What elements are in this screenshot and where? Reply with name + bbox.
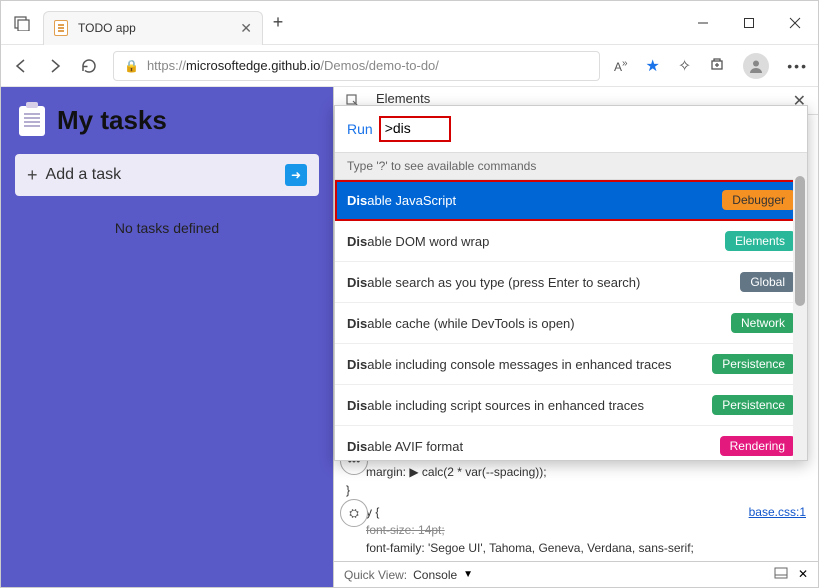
clipboard-icon <box>19 106 45 136</box>
empty-state: No tasks defined <box>15 220 319 236</box>
refresh-button[interactable] <box>79 56 99 76</box>
quick-view-tab[interactable]: Console <box>413 568 457 582</box>
command-list: Disable JavaScript Debugger Disable DOM wo… <box>335 180 807 460</box>
tab-strip-icon[interactable] <box>1 15 43 31</box>
command-item-label: Disable AVIF format <box>347 439 463 454</box>
close-tab-icon[interactable]: ✕ <box>240 20 252 37</box>
command-item[interactable]: Disable AVIF format Rendering <box>335 426 807 460</box>
close-window-button[interactable] <box>772 7 818 39</box>
browser-toolbar: 🔒 https://microsoftedge.github.io/Demos/… <box>1 45 818 87</box>
forward-button[interactable] <box>45 56 65 76</box>
command-item-badge: Persistence <box>712 395 795 415</box>
read-aloud-icon[interactable]: A» <box>614 58 628 74</box>
command-item-label: Disable cache (while DevTools is open) <box>347 316 575 331</box>
command-item-label: Disable search as you type (press Enter … <box>347 275 640 290</box>
command-item[interactable]: Disable JavaScript Debugger <box>335 180 807 221</box>
source-link[interactable]: base.css:1 <box>749 503 806 521</box>
collections-icon[interactable] <box>709 55 725 76</box>
tab-title: TODO app <box>78 21 230 35</box>
command-item[interactable]: Disable DOM word wrap Elements <box>335 221 807 262</box>
window-controls <box>680 7 818 39</box>
command-item-badge: Elements <box>725 231 795 251</box>
quick-view-label: Quick View: <box>344 568 407 582</box>
code-font-size: font-size: 14pt; <box>346 521 806 539</box>
chevron-down-icon[interactable]: ▼ <box>463 569 473 580</box>
scrollbar[interactable] <box>793 176 807 460</box>
new-tab-button[interactable]: + <box>263 12 293 33</box>
app-header: My tasks <box>15 101 319 140</box>
styles-pane[interactable]: margin: ▶ calc(2 * var(--spacing)); } bo… <box>334 455 818 561</box>
minimize-button[interactable] <box>680 7 726 39</box>
close-drawer-icon[interactable]: ✕ <box>798 567 808 582</box>
favorite-icon[interactable]: ★ <box>646 56 660 76</box>
add-task-input[interactable]: + Add a task ➜ <box>15 154 319 196</box>
drawer-dock-icon[interactable] <box>774 567 788 582</box>
address-bar[interactable]: 🔒 https://microsoftedge.github.io/Demos/… <box>113 51 600 81</box>
settings-round-button[interactable]: ⛭ <box>340 499 368 527</box>
profile-avatar[interactable] <box>743 53 769 79</box>
command-run-label: Run <box>347 121 373 137</box>
tab-actions-icon <box>14 15 30 31</box>
scrollbar-thumb[interactable] <box>795 176 805 306</box>
command-item-badge: Debugger <box>722 190 795 210</box>
browser-tab[interactable]: TODO app ✕ <box>43 11 263 45</box>
command-item-label: Disable DOM word wrap <box>347 234 489 249</box>
submit-task-button[interactable]: ➜ <box>285 164 307 186</box>
command-item[interactable]: Disable cache (while DevTools is open) Ne… <box>335 303 807 344</box>
todo-app: My tasks + Add a task ➜ No tasks defined <box>1 87 333 587</box>
command-item-badge: Rendering <box>720 436 795 456</box>
maximize-button[interactable] <box>726 7 772 39</box>
lock-icon: 🔒 <box>124 59 139 73</box>
back-button[interactable] <box>11 56 31 76</box>
command-item[interactable]: Disable search as you type (press Enter … <box>335 262 807 303</box>
command-hint: Type '?' to see available commands <box>335 152 807 180</box>
devtools-panel: Elements ✕ Run Type '?' to see available… <box>333 87 818 587</box>
favorites-bar-icon[interactable]: ✧ <box>678 56 691 76</box>
command-input-row: Run <box>335 106 807 152</box>
command-input-highlight <box>379 116 451 142</box>
command-item[interactable]: Disable including console messages in en… <box>335 344 807 385</box>
add-task-label: Add a task <box>46 166 122 184</box>
url-text: https://microsoftedge.github.io/Demos/de… <box>147 58 439 73</box>
favicon-icon <box>54 20 68 36</box>
command-input[interactable] <box>385 120 445 136</box>
page-title: My tasks <box>57 105 167 136</box>
more-menu-icon[interactable]: ••• <box>787 58 808 74</box>
command-item[interactable]: Disable including script sources in enha… <box>335 385 807 426</box>
command-menu: Run Type '?' to see available commands D… <box>334 105 808 461</box>
plus-icon: + <box>27 165 38 186</box>
command-item-label: Disable including script sources in enha… <box>347 398 644 413</box>
command-item-label: Disable including console messages in en… <box>347 357 671 372</box>
content-area: My tasks + Add a task ➜ No tasks defined… <box>1 87 818 587</box>
quick-view-bar: Quick View: Console ▼ ✕ <box>334 561 818 587</box>
command-item-badge: Global <box>740 272 795 292</box>
command-item-badge: Network <box>731 313 795 333</box>
command-item-label: Disable JavaScript <box>347 193 456 208</box>
browser-titlebar: TODO app ✕ + <box>1 1 818 45</box>
code-font-family: font-family: 'Segoe UI', Tahoma, Geneva,… <box>346 539 806 557</box>
code-margin: margin: ▶ calc(2 * var(--spacing)); <box>366 465 547 479</box>
command-item-badge: Persistence <box>712 354 795 374</box>
